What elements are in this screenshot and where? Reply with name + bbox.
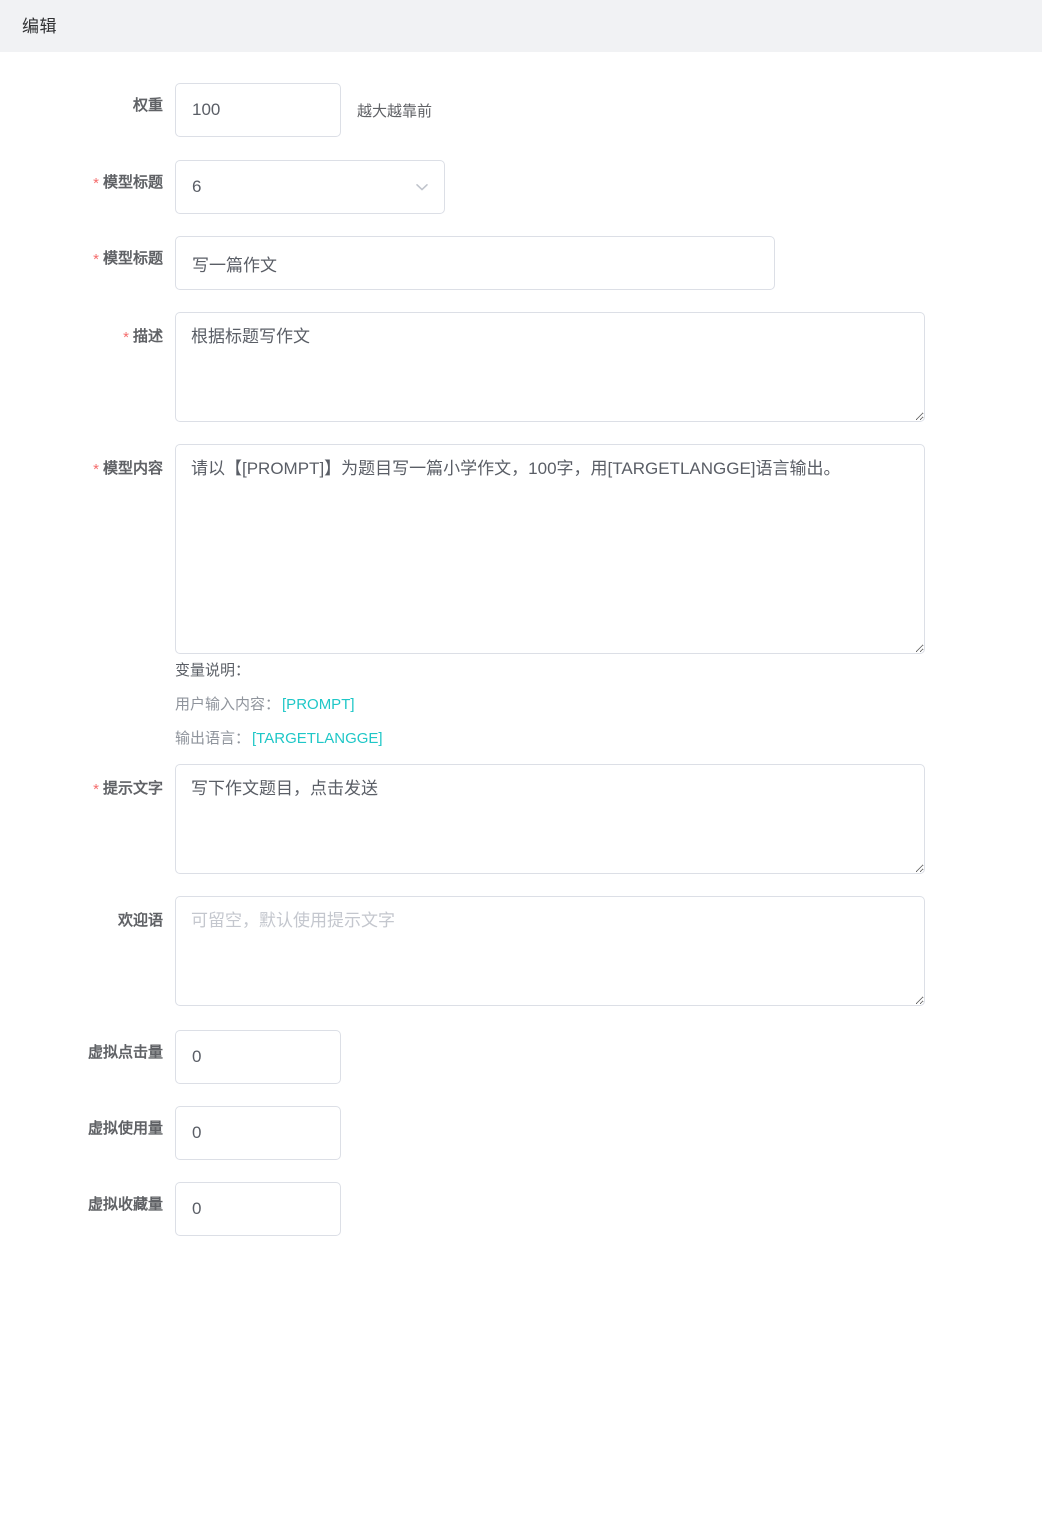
label-welcome-text-text: 欢迎语 bbox=[117, 912, 163, 930]
control-model-title bbox=[175, 236, 775, 290]
variable-help-line: 用户输入内容： [PROMPT] bbox=[175, 694, 383, 716]
edit-form: 权重 越大越靠前 *模型标题 6 *模型标题 bbox=[0, 52, 1042, 1237]
variable-label: 输出语言： bbox=[175, 729, 251, 747]
label-weight: 权重 bbox=[0, 83, 175, 116]
form-item-model-category: * 模型标题 6 bbox=[0, 160, 1042, 214]
virtual-usage-input[interactable] bbox=[175, 1106, 341, 1161]
variable-help-heading: 变量说明： bbox=[175, 662, 251, 679]
required-asterisk: * bbox=[123, 328, 129, 346]
variable-token: [PROMPT] bbox=[282, 695, 355, 713]
variable-label: 用户输入内容： bbox=[175, 695, 281, 713]
required-asterisk: * bbox=[93, 460, 99, 478]
virtual-clicks-input[interactable] bbox=[175, 1030, 341, 1085]
variable-token: [TARGETLANGGE] bbox=[252, 729, 383, 747]
control-weight: 越大越靠前 bbox=[175, 83, 432, 137]
form-item-welcome-text: 欢迎语 bbox=[0, 896, 1042, 1007]
prompt-text-textarea[interactable] bbox=[175, 764, 925, 875]
control-virtual-clicks bbox=[175, 1030, 341, 1085]
model-category-select[interactable]: 6 bbox=[175, 160, 445, 214]
variable-help-line: 输出语言： [TARGETLANGGE] bbox=[175, 728, 383, 750]
label-model-title-text: 模型标题 bbox=[102, 250, 163, 267]
label-prompt-text-text: 提示文字 bbox=[102, 780, 163, 798]
control-prompt-text bbox=[175, 764, 925, 875]
control-model-category: 6 bbox=[175, 160, 445, 214]
label-virtual-usage-text: 虚拟使用量 bbox=[87, 1120, 163, 1138]
control-model-content bbox=[175, 444, 925, 654]
label-virtual-clicks-text: 虚拟点击量 bbox=[87, 1044, 163, 1062]
weight-hint: 越大越靠前 bbox=[357, 102, 433, 120]
model-content-textarea[interactable] bbox=[175, 444, 925, 654]
label-virtual-favorites-text: 虚拟收藏量 bbox=[87, 1196, 163, 1214]
form-item-virtual-clicks: 虚拟点击量 bbox=[0, 1030, 1042, 1085]
variable-help-block: 变量说明： 用户输入内容： [PROMPT] 输出语言： [TARGETLANGGE… bbox=[175, 658, 383, 749]
control-welcome-text bbox=[175, 896, 925, 1007]
label-model-content: * 模型内容 bbox=[0, 444, 175, 480]
control-virtual-favorites bbox=[175, 1182, 341, 1237]
model-title-input[interactable] bbox=[175, 236, 775, 290]
required-asterisk: * bbox=[93, 250, 99, 268]
label-description: * 描述 bbox=[0, 312, 175, 348]
form-item-virtual-usage: 虚拟使用量 bbox=[0, 1106, 1042, 1161]
model-category-select-value[interactable]: 6 bbox=[175, 160, 445, 214]
label-model-category-text: 模型标题 bbox=[102, 174, 163, 191]
label-model-content-text: 模型内容 bbox=[102, 460, 163, 477]
required-asterisk: * bbox=[93, 780, 99, 798]
label-model-category: * 模型标题 bbox=[0, 160, 175, 194]
label-virtual-usage: 虚拟使用量 bbox=[0, 1106, 175, 1139]
form-item-description: * 描述 bbox=[0, 312, 1042, 422]
form-item-variable-help: 变量说明： 用户输入内容： [PROMPT] 输出语言： [TARGETLANGGE… bbox=[0, 658, 1042, 749]
control-virtual-usage bbox=[175, 1106, 341, 1161]
label-welcome-text: 欢迎语 bbox=[0, 896, 175, 931]
label-variable-help-spacer bbox=[0, 658, 175, 670]
form-item-prompt-text: * 提示文字 bbox=[0, 764, 1042, 875]
label-model-title: * 模型标题 bbox=[0, 236, 175, 270]
virtual-favorites-input[interactable] bbox=[175, 1182, 341, 1237]
form-item-weight: 权重 越大越靠前 bbox=[0, 83, 1042, 137]
description-textarea[interactable] bbox=[175, 312, 925, 422]
label-virtual-clicks: 虚拟点击量 bbox=[0, 1030, 175, 1063]
label-virtual-favorites: 虚拟收藏量 bbox=[0, 1182, 175, 1215]
form-item-model-title: * 模型标题 bbox=[0, 236, 1042, 290]
weight-input[interactable] bbox=[175, 83, 341, 137]
label-prompt-text: * 提示文字 bbox=[0, 764, 175, 800]
dialog-header: 编辑 bbox=[0, 0, 1042, 52]
form-item-virtual-favorites: 虚拟收藏量 bbox=[0, 1182, 1042, 1237]
control-description bbox=[175, 312, 925, 422]
form-item-model-content: * 模型内容 bbox=[0, 444, 1042, 654]
welcome-text-textarea[interactable] bbox=[175, 896, 925, 1007]
label-weight-text: 权重 bbox=[132, 97, 163, 114]
label-description-text: 描述 bbox=[132, 328, 163, 345]
required-asterisk: * bbox=[93, 174, 99, 192]
dialog-title: 编辑 bbox=[22, 16, 57, 36]
